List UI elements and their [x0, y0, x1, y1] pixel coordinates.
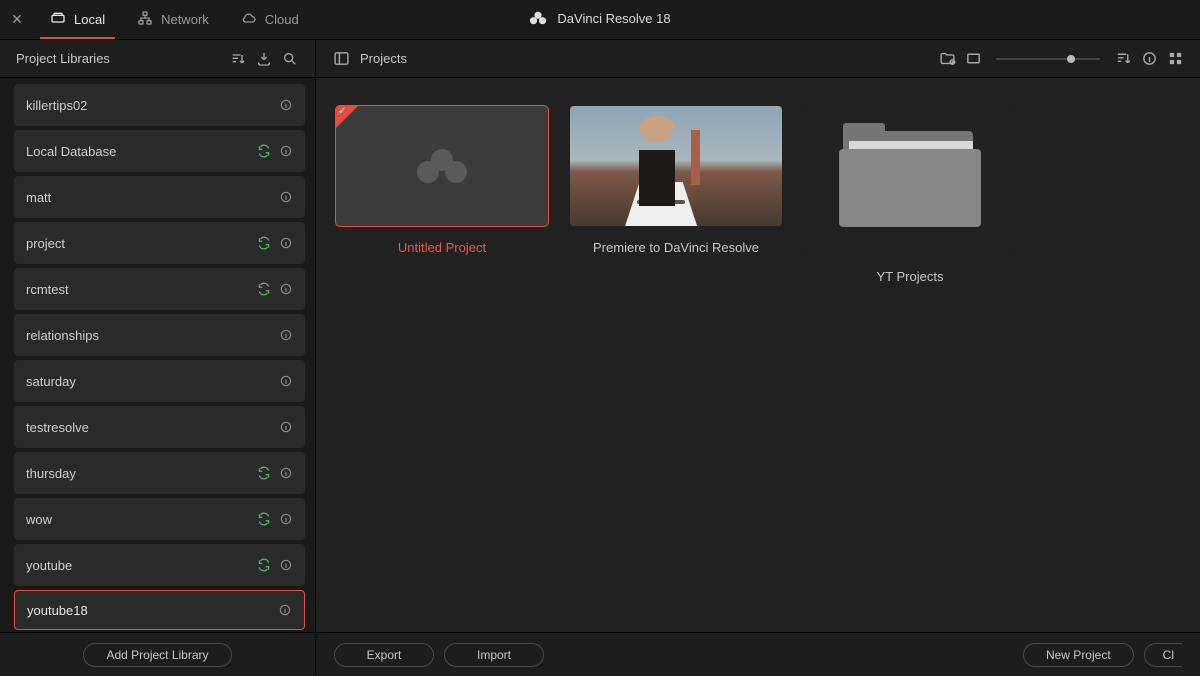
- library-item[interactable]: project: [14, 222, 305, 264]
- library-name: youtube: [26, 558, 255, 573]
- info-icon[interactable]: [276, 601, 294, 619]
- close-icon[interactable]: ✕: [0, 11, 34, 28]
- sync-icon[interactable]: [255, 464, 273, 482]
- sidebar-title: Project Libraries: [16, 51, 225, 66]
- library-name: killertips02: [26, 98, 277, 113]
- library-name: project: [26, 236, 255, 251]
- library-item[interactable]: thursday: [14, 452, 305, 494]
- export-button[interactable]: Export: [334, 643, 434, 667]
- import-icon[interactable]: [251, 50, 277, 67]
- sync-icon[interactable]: [255, 234, 273, 252]
- library-item[interactable]: youtube: [14, 544, 305, 586]
- library-name: rcmtest: [26, 282, 255, 297]
- folder-icon: [833, 131, 988, 231]
- library-name: relationships: [26, 328, 277, 343]
- tab-network[interactable]: Network: [121, 0, 225, 39]
- sync-icon[interactable]: [255, 280, 273, 298]
- library-item[interactable]: killertips02: [14, 84, 305, 126]
- zoom-slider[interactable]: [996, 58, 1100, 60]
- info-icon[interactable]: [277, 142, 295, 160]
- network-icon: [137, 10, 153, 29]
- project-title: Premiere to DaVinci Resolve: [570, 240, 782, 255]
- project-thumb-folder[interactable]: [804, 106, 1016, 255]
- view-rect-icon[interactable]: [960, 50, 986, 67]
- library-item[interactable]: testresolve: [14, 406, 305, 448]
- library-item[interactable]: Local Database: [14, 130, 305, 172]
- info-icon[interactable]: [277, 464, 295, 482]
- info-icon[interactable]: [277, 234, 295, 252]
- app-title-label: DaVinci Resolve 18: [557, 11, 670, 26]
- grid-view-icon[interactable]: [1162, 50, 1188, 67]
- info-icon[interactable]: [277, 372, 295, 390]
- library-name: thursday: [26, 466, 255, 481]
- new-project-button[interactable]: New Project: [1023, 643, 1134, 667]
- close-button[interactable]: Cl: [1144, 643, 1182, 667]
- library-name: matt: [26, 190, 277, 205]
- library-item[interactable]: saturday: [14, 360, 305, 402]
- search-icon[interactable]: [277, 50, 303, 67]
- new-folder-icon[interactable]: [934, 50, 960, 67]
- project-item[interactable]: Premiere to DaVinci Resolve: [570, 106, 782, 255]
- disk-icon: [50, 10, 66, 29]
- cloud-icon: [241, 10, 257, 29]
- davinci-logo-icon: [417, 149, 467, 183]
- app-title: DaVinci Resolve 18: [529, 11, 670, 26]
- info-icon[interactable]: [277, 418, 295, 436]
- library-list[interactable]: killertips02 Local Database matt project rcm…: [0, 78, 316, 632]
- add-project-library-button[interactable]: Add Project Library: [83, 643, 231, 667]
- active-check-icon: [336, 106, 358, 128]
- project-title: Untitled Project: [336, 240, 548, 255]
- info-icon[interactable]: [277, 510, 295, 528]
- project-thumb-premiere[interactable]: [570, 106, 782, 226]
- library-item[interactable]: relationships: [14, 314, 305, 356]
- sidebar-toggle-icon[interactable]: [328, 50, 354, 67]
- tab-cloud[interactable]: Cloud: [225, 0, 315, 39]
- zoom-knob[interactable]: [1067, 55, 1075, 63]
- content-title: Projects: [360, 51, 407, 66]
- library-item[interactable]: youtube18: [14, 590, 305, 630]
- library-name: saturday: [26, 374, 277, 389]
- info-icon[interactable]: [277, 326, 295, 344]
- info-icon[interactable]: [277, 556, 295, 574]
- library-name: wow: [26, 512, 255, 527]
- project-thumb-untitled[interactable]: [336, 106, 548, 226]
- library-name: testresolve: [26, 420, 277, 435]
- library-item[interactable]: matt: [14, 176, 305, 218]
- sync-icon[interactable]: [255, 510, 273, 528]
- sort-icon[interactable]: [225, 50, 251, 67]
- library-item[interactable]: rcmtest: [14, 268, 305, 310]
- tab-local-label: Local: [74, 12, 105, 27]
- tab-cloud-label: Cloud: [265, 12, 299, 27]
- info-icon[interactable]: [1136, 50, 1162, 67]
- tab-network-label: Network: [161, 12, 209, 27]
- tab-local[interactable]: Local: [34, 0, 121, 39]
- project-item[interactable]: Untitled Project: [336, 106, 548, 255]
- photo-thumbnail: [570, 106, 782, 226]
- library-name: Local Database: [26, 144, 255, 159]
- info-icon[interactable]: [277, 188, 295, 206]
- library-item[interactable]: wow: [14, 498, 305, 540]
- import-button[interactable]: Import: [444, 643, 544, 667]
- sync-icon[interactable]: [255, 556, 273, 574]
- library-name: youtube18: [27, 603, 276, 618]
- sort-content-icon[interactable]: [1110, 50, 1136, 67]
- sync-icon[interactable]: [255, 142, 273, 160]
- project-title: YT Projects: [804, 269, 1016, 284]
- info-icon[interactable]: [277, 280, 295, 298]
- info-icon[interactable]: [277, 96, 295, 114]
- project-item[interactable]: YT Projects: [804, 106, 1016, 255]
